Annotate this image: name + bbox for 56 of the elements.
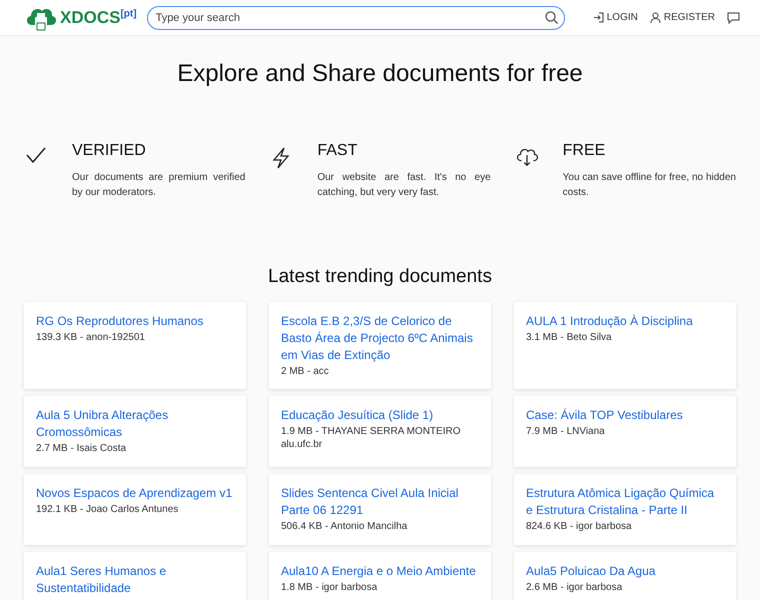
document-title-link[interactable]: RG Os Reprodutores Humanos — [36, 313, 234, 330]
search-icon — [544, 10, 558, 24]
document-card[interactable]: Aula 5 Unibra Alterações Cromossômicas 2.7 MB - Isais Costa — [24, 396, 246, 467]
document-card[interactable]: AULA 1 Introdução À Disciplina 3.1 MB - Beto Silva — [514, 302, 736, 389]
feature-title: VERIFIED — [72, 142, 147, 160]
document-meta: 3.1 MB - Beto Silva — [526, 332, 613, 343]
user-icon — [650, 12, 661, 23]
document-meta: 192.1 KB - Joao Carlos Antunes — [36, 504, 180, 515]
document-meta: 1.9 MB - THAYANE SERRA MONTEIRO — [281, 426, 462, 437]
document-card[interactable]: RG Os Reprodutores Humanos 139.3 KB - anon-192501 — [24, 302, 246, 389]
feedback-button[interactable] — [727, 12, 740, 24]
document-card[interactable]: Novos Espacos de Aprendizagem v1 192.1 KB - Joao Carlos Antunes — [24, 474, 246, 545]
document-meta: 824.6 KB - igor barbosa — [526, 521, 633, 532]
section-title: Latest trending documents — [267, 266, 493, 288]
document-title-link[interactable]: Case: Ávila TOP Vestibulares — [526, 407, 724, 424]
search-field[interactable]: Type your search — [146, 6, 565, 30]
cloud-download-icon — [514, 147, 539, 167]
document-meta: 139.3 KB - anon-192501 — [36, 332, 146, 343]
document-card[interactable]: Estrutura Atômica Ligação Química e Estrutura Cristalina - Parte II 824.6 KB - igor barbosa — [514, 474, 736, 545]
feature-title: FAST — [317, 142, 358, 160]
document-meta: 2.7 MB - Isais Costa — [36, 443, 128, 454]
document-title-link[interactable]: Slides Sentenca Civel Aula Inicial Parte 06 12291 — [281, 485, 479, 519]
site-logo[interactable]: XDOCS$^{[pt]}$ — [24, 4, 137, 30]
feature-description: Our website are fast. It's no eye catching, but very very fast. — [317, 171, 491, 200]
document-card[interactable]: Educação Jesuítica (Slide 1) 1.9 MB - THAYANE SERRA MONTEIRO alu.ufc.br — [269, 396, 491, 467]
logo-text: XDOCS$^{[pt]}$ — [60, 8, 137, 28]
document-meta: 2 MB - acc — [281, 366, 330, 377]
checkmark-icon — [24, 147, 48, 163]
document-title-link[interactable]: Estrutura Atômica Ligação Química e Estrutura Cristalina - Parte II — [526, 485, 724, 519]
document-meta: 7.9 MB - LNViana — [526, 426, 606, 437]
register-link[interactable]: REGISTER — [650, 12, 715, 23]
login-link[interactable]: LOGIN — [592, 12, 638, 23]
document-card[interactable]: Aula10 A Energia e o Meio Ambiente 1.8 MB - igor barbosa — [269, 552, 491, 600]
document-title-link[interactable]: Aula10 A Energia e o Meio Ambiente — [281, 563, 479, 580]
document-title-link[interactable]: Escola E.B 2,3/S de Celorico de Basto Área de Projecto 6ºC Animais em Vias de Extinção — [281, 313, 479, 364]
hero-title: Explore and Share documents for free — [176, 60, 584, 88]
speech-bubble-icon — [727, 12, 740, 24]
document-title-link[interactable]: Aula5 Poluicao Da Agua — [526, 563, 724, 580]
document-title-link[interactable]: Educação Jesuítica (Slide 1) — [281, 407, 479, 424]
document-meta: 2.6 MB - igor barbosa — [526, 582, 624, 593]
sign-in-icon — [592, 12, 604, 23]
feature-description: You can save offline for free, no hidden costs. — [562, 171, 736, 200]
document-meta: 506.4 KB - Antonio Mancilha — [281, 521, 408, 532]
document-title-link[interactable]: Aula1 Seres Humanos e Sustentatibilidade — [36, 563, 234, 597]
document-title-link[interactable]: Aula 5 Unibra Alterações Cromossômicas — [36, 407, 234, 441]
document-title-link[interactable]: AULA 1 Introdução À Disciplina — [526, 313, 724, 330]
feature-description: Our documents are premium verified by our moderators. — [72, 171, 246, 200]
document-meta: 1.8 MB - igor barbosa — [281, 582, 378, 593]
document-card[interactable]: Aula1 Seres Humanos e Sustentatibilidade — [24, 552, 246, 600]
document-title-link[interactable]: Novos Espacos de Aprendizagem v1 — [36, 485, 234, 502]
document-card[interactable]: Case: Ávila TOP Vestibulares 7.9 MB - LNViana — [514, 396, 736, 467]
feature-title: FREE — [562, 142, 606, 160]
document-card[interactable]: Slides Sentenca Civel Aula Inicial Parte 06 12291 506.4 KB - Antonio Mancilha — [269, 474, 491, 545]
document-card[interactable]: Escola E.B 2,3/S de Celorico de Basto Área de Projecto 6ºC Animais em Vias de Extinção 2 MB - acc — [269, 302, 491, 389]
document-source: alu.ufc.br — [281, 439, 324, 450]
document-card[interactable]: Aula5 Poluicao Da Agua 2.6 MB - igor barbosa — [514, 552, 736, 600]
